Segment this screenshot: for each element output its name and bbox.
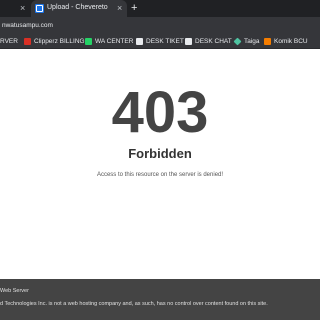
taiga-icon bbox=[233, 37, 242, 46]
desk-icon bbox=[136, 38, 143, 45]
chevereto-favicon-icon bbox=[35, 4, 44, 13]
bookmark-label: Komik BCU bbox=[274, 38, 308, 45]
bookmark-clipperz-billing[interactable]: Clipperz BILLING bbox=[24, 37, 85, 46]
bookmark-taiga[interactable]: Taiga bbox=[233, 37, 260, 46]
tab-strip: × Upload - Chevereto × + bbox=[0, 0, 320, 17]
bookmark-wa-center[interactable]: WA CENTER bbox=[85, 37, 133, 46]
close-tab-icon[interactable]: × bbox=[117, 3, 122, 13]
bookmark-label: WA CENTER bbox=[95, 38, 134, 45]
desk-icon bbox=[185, 38, 192, 45]
clipperz-icon bbox=[24, 38, 31, 45]
bookmark-desk-chat[interactable]: DESK CHAT bbox=[185, 37, 232, 46]
bookmark-server[interactable]: RVER bbox=[0, 37, 18, 46]
bookmark-komik-bcu[interactable]: Komik BCU bbox=[264, 37, 308, 46]
bookmark-label: DESK TIKET bbox=[146, 38, 184, 45]
tab-upload-chevereto[interactable]: Upload - Chevereto × bbox=[31, 0, 127, 17]
error-code: 403 bbox=[111, 80, 209, 145]
error-title: Forbidden bbox=[128, 146, 192, 161]
new-tab-button[interactable]: + bbox=[131, 1, 137, 15]
close-tab-icon[interactable]: × bbox=[20, 3, 25, 13]
tab-title: Upload - Chevereto bbox=[47, 4, 108, 11]
footer-disclaimer: d Technologies Inc. is not a web hosting… bbox=[0, 301, 268, 307]
page-footer: Web Server d Technologies Inc. is not a … bbox=[0, 279, 320, 320]
bookmark-label: RVER bbox=[0, 38, 18, 45]
address-toolbar: nwatusampu.com bbox=[0, 17, 320, 34]
whatsapp-icon bbox=[85, 38, 92, 45]
bookmark-desk-tiket[interactable]: DESK TIKET bbox=[136, 37, 184, 46]
blogger-icon bbox=[264, 38, 271, 45]
footer-server-label: Web Server bbox=[0, 288, 29, 294]
bookmarks-bar: RVER Clipperz BILLING WA CENTER DESK TIK… bbox=[0, 34, 320, 49]
bookmark-label: DESK CHAT bbox=[195, 38, 232, 45]
error-message: Access to this resource on the server is… bbox=[96, 172, 224, 178]
tab-previous[interactable]: × bbox=[0, 0, 31, 17]
address-bar[interactable]: nwatusampu.com bbox=[2, 21, 53, 30]
bookmark-label: Clipperz BILLING bbox=[34, 38, 85, 45]
bookmark-label: Taiga bbox=[244, 38, 260, 45]
